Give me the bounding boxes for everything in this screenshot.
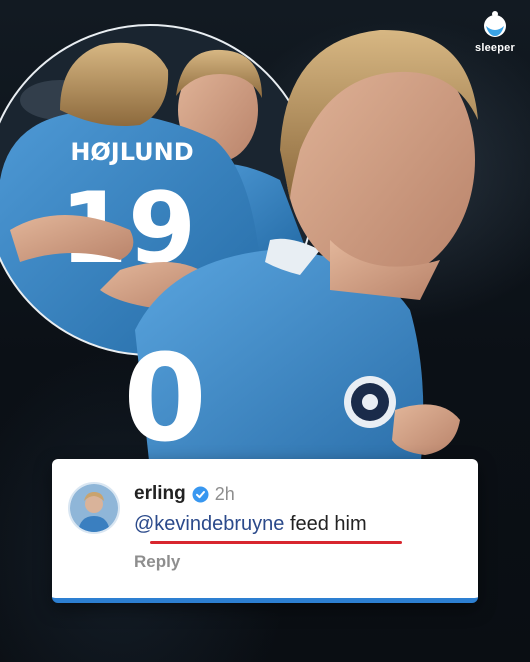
highlight-underline xyxy=(150,541,402,544)
mention-link[interactable]: @kevindebruyne xyxy=(134,513,284,535)
post-image: HØJLUND 19 0 sleeper erling 2h @kevindeb… xyxy=(0,0,530,662)
verified-badge-icon xyxy=(192,486,209,503)
sleeper-logo-icon xyxy=(470,10,520,40)
timestamp: 2h xyxy=(214,483,235,504)
comment-message: feed him xyxy=(284,513,367,535)
inset-jersey-name: HØJLUND xyxy=(70,138,193,166)
comment-text: @kevindebruyne feed him xyxy=(134,513,367,536)
main-jersey-number: 0 xyxy=(123,330,207,469)
brand-mark: sleeper xyxy=(470,10,520,54)
avatar[interactable] xyxy=(68,482,120,534)
reply-button[interactable]: Reply xyxy=(134,552,180,572)
username[interactable]: erling xyxy=(134,483,186,505)
comment-header: erling 2h xyxy=(134,483,235,505)
brand-name: sleeper xyxy=(475,42,515,54)
comment-card: erling 2h @kevindebruyne feed him Reply xyxy=(52,459,478,603)
